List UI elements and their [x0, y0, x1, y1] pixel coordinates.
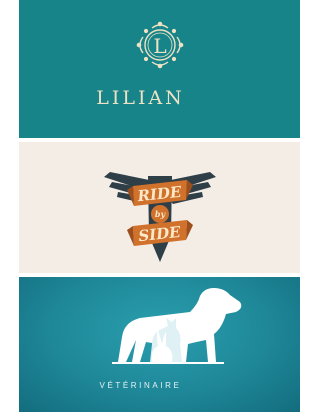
- ground-line: [112, 362, 224, 364]
- dog-cat-rabbit-silhouette-icon: [112, 288, 242, 364]
- veterinaire-brand-name: VÉTÉRINAIRE: [99, 381, 182, 390]
